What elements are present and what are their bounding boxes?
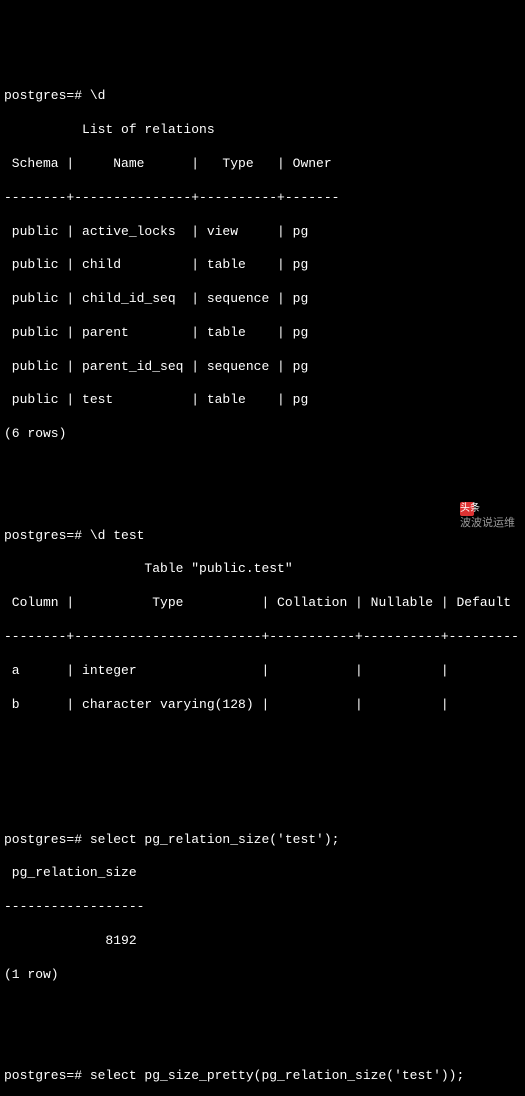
watermark: 头条 波波说运维 (454, 487, 515, 530)
table-row: a | integer | | | (4, 663, 521, 680)
watermark-icon: 头条 (460, 502, 474, 516)
blank-line (4, 460, 521, 477)
table-row: public | child | table | pg (4, 257, 521, 274)
watermark-text: 波波说运维 (460, 517, 515, 529)
table-row: public | parent | table | pg (4, 325, 521, 342)
psql-command-line[interactable]: postgres=# select pg_size_pretty(pg_rela… (4, 1068, 521, 1085)
table-row: public | active_locks | view | pg (4, 224, 521, 241)
table-row: b | character varying(128) | | | (4, 697, 521, 714)
psql-command-line[interactable]: postgres=# select pg_relation_size('test… (4, 832, 521, 849)
table-separator: ------------------ (4, 899, 521, 916)
blank-line (4, 764, 521, 781)
table-row: public | parent_id_seq | sequence | pg (4, 359, 521, 376)
table-header: pg_relation_size (4, 865, 521, 882)
table-separator: --------+------------------------+------… (4, 629, 521, 646)
psql-command-line[interactable]: postgres=# \d (4, 88, 521, 105)
row-count: (6 rows) (4, 426, 521, 443)
table-title: List of relations (4, 122, 521, 139)
psql-command-line[interactable]: postgres=# \d test (4, 528, 521, 545)
table-header: Schema | Name | Type | Owner (4, 156, 521, 173)
row-count: (1 row) (4, 967, 521, 984)
blank-line (4, 730, 521, 747)
table-title: Table "public.test" (4, 561, 521, 578)
table-separator: --------+---------------+----------+----… (4, 190, 521, 207)
blank-line (4, 1001, 521, 1018)
table-header: Column | Type | Collation | Nullable | D… (4, 595, 521, 612)
table-row: 8192 (4, 933, 521, 950)
table-row: public | test | table | pg (4, 392, 521, 409)
table-row: public | child_id_seq | sequence | pg (4, 291, 521, 308)
